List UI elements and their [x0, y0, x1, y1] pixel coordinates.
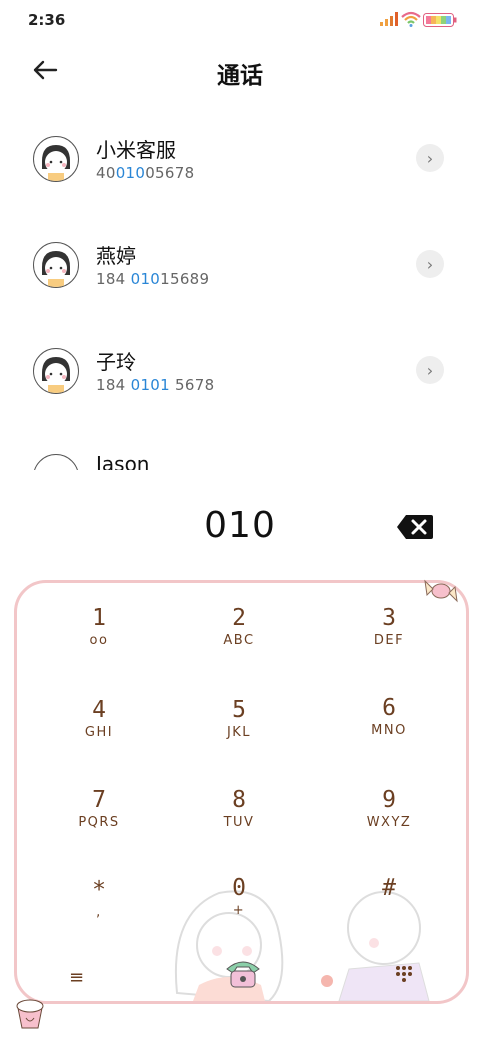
contact-number: 184 0101 5678: [96, 376, 215, 394]
chevron-right-icon[interactable]: ›: [416, 144, 444, 172]
battery-icon: [423, 13, 457, 27]
key-3[interactable]: 3 DEF: [329, 603, 449, 673]
contact-list: 小米客服 4001005678 › 燕婷 184 01015689 › 子玲 1…: [0, 110, 480, 470]
contact-name: 小米客服: [96, 138, 176, 162]
contact-row[interactable]: Jason: [0, 428, 480, 470]
contact-row[interactable]: 小米客服 4001005678 ›: [0, 110, 480, 206]
candy-icon: [424, 579, 458, 603]
contact-number: 4001005678: [96, 164, 195, 182]
wifi-icon: [401, 11, 421, 27]
contact-row[interactable]: 燕婷 184 01015689 ›: [0, 216, 480, 312]
contact-name: 子玲: [96, 350, 136, 374]
key-8[interactable]: 8 TUV: [179, 785, 299, 855]
key-6[interactable]: 6 MNO: [329, 693, 449, 763]
status-time: 2:36: [28, 11, 66, 29]
avatar: [33, 454, 79, 470]
dial-pad: 1 oo 2 ABC 3 DEF 4 GHI 5 JKL 6 MNO 7 PQRS 8 TUV …: [14, 579, 469, 1004]
phone-call-icon[interactable]: [223, 955, 263, 989]
chevron-right-icon[interactable]: ›: [416, 250, 444, 278]
key-0[interactable]: 0 +: [179, 873, 299, 943]
key-9[interactable]: 9 WXYZ: [329, 785, 449, 855]
avatar: [33, 242, 79, 288]
page-title: 通话: [217, 63, 263, 89]
contact-number: 184 01015689: [96, 270, 210, 288]
chevron-right-icon[interactable]: ›: [416, 356, 444, 384]
dialpad-icon[interactable]: [395, 965, 413, 983]
app-header: 通话: [0, 48, 480, 94]
key-5[interactable]: 5 JKL: [179, 695, 299, 765]
key-star[interactable]: *,: [39, 875, 159, 945]
avatar: [33, 136, 79, 182]
voicemail-icon: oo: [89, 633, 109, 648]
status-bar: 2:36: [0, 0, 480, 40]
contact-name: 燕婷: [96, 244, 136, 268]
avatar: [33, 348, 79, 394]
key-1[interactable]: 1 oo: [39, 603, 159, 673]
key-4[interactable]: 4 GHI: [39, 695, 159, 765]
backspace-icon[interactable]: [396, 514, 434, 540]
key-hash[interactable]: #: [329, 873, 449, 943]
signal-icon: [380, 12, 398, 26]
contact-row[interactable]: 子玲 184 0101 5678 ›: [0, 322, 480, 418]
menu-icon[interactable]: ≡: [69, 967, 84, 988]
contact-name: Jason: [96, 452, 150, 470]
key-2[interactable]: 2 ABC: [179, 603, 299, 673]
key-7[interactable]: 7 PQRS: [39, 785, 159, 855]
icecream-icon: [16, 999, 44, 1029]
